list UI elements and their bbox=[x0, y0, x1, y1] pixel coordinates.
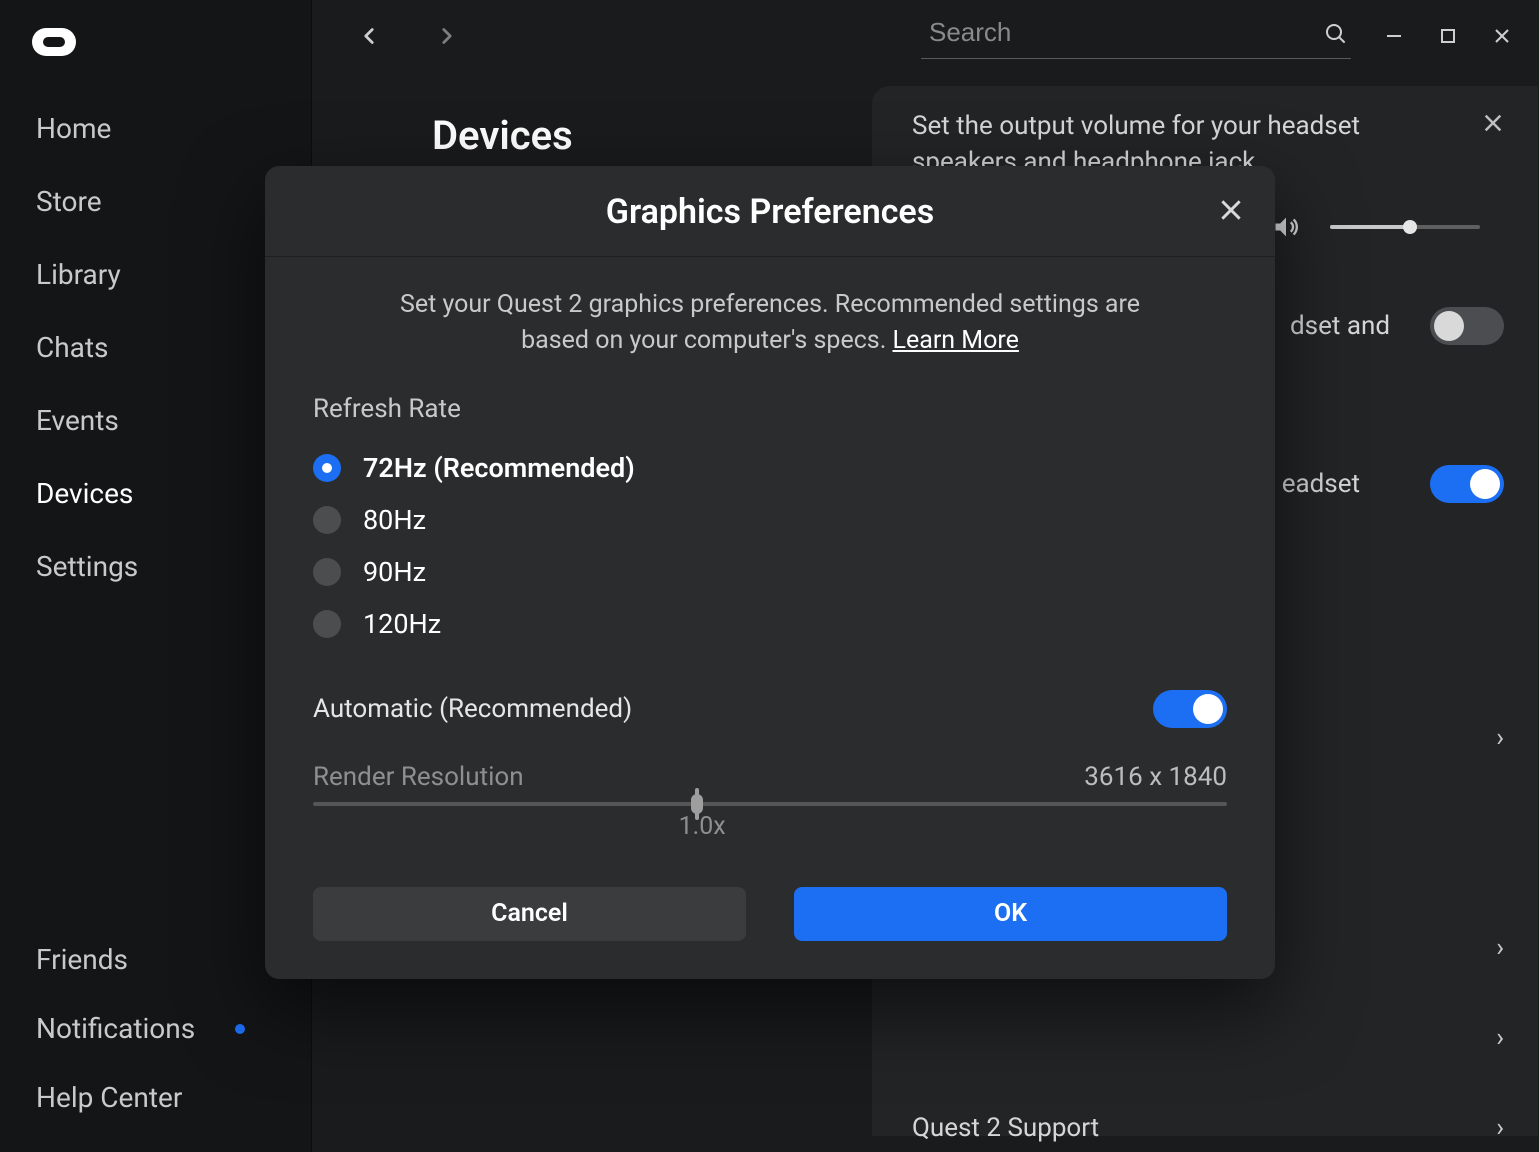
ok-button[interactable]: OK bbox=[794, 887, 1227, 941]
sidebar-item-label: Notifications bbox=[36, 1012, 195, 1045]
automatic-label: Automatic (Recommended) bbox=[313, 694, 632, 724]
render-resolution-slider[interactable]: 1.0x bbox=[313, 802, 1227, 841]
modal-description: Set your Quest 2 graphics preferences. R… bbox=[375, 287, 1165, 360]
radio-icon bbox=[313, 610, 341, 638]
radio-label: 72Hz (Recommended) bbox=[363, 452, 635, 484]
radio-icon bbox=[313, 506, 341, 534]
sidebar-item-home[interactable]: Home bbox=[0, 92, 311, 165]
refresh-option-72[interactable]: 72Hz (Recommended) bbox=[313, 442, 1227, 494]
automatic-toggle[interactable] bbox=[1153, 690, 1227, 728]
radio-label: 120Hz bbox=[363, 608, 441, 640]
refresh-option-90[interactable]: 90Hz bbox=[313, 546, 1227, 598]
modal-title: Graphics Preferences bbox=[285, 192, 1255, 232]
refresh-option-120[interactable]: 120Hz bbox=[313, 598, 1227, 650]
refresh-option-80[interactable]: 80Hz bbox=[313, 494, 1227, 546]
logo-wrap bbox=[0, 12, 311, 72]
graphics-preferences-modal: Graphics Preferences Set your Quest 2 gr… bbox=[265, 166, 1275, 979]
radio-label: 90Hz bbox=[363, 556, 426, 588]
render-resolution-label: Render Resolution bbox=[313, 762, 524, 792]
radio-icon bbox=[313, 558, 341, 586]
oculus-logo-icon bbox=[32, 28, 76, 56]
sidebar-item-help-center[interactable]: Help Center bbox=[0, 1063, 311, 1132]
refresh-rate-label: Refresh Rate bbox=[313, 394, 1227, 424]
notification-dot-icon bbox=[235, 1024, 245, 1034]
radio-label: 80Hz bbox=[363, 504, 426, 536]
learn-more-link[interactable]: Learn More bbox=[893, 326, 1019, 355]
sidebar-item-notifications[interactable]: Notifications bbox=[0, 994, 311, 1063]
cancel-button[interactable]: Cancel bbox=[313, 887, 746, 941]
radio-icon bbox=[313, 454, 341, 482]
sidebar-item-label: Friends bbox=[36, 943, 128, 976]
sidebar-item-label: Help Center bbox=[36, 1081, 182, 1114]
slider-value-label: 1.0x bbox=[679, 812, 1227, 841]
modal-close-button[interactable] bbox=[1211, 190, 1251, 230]
render-resolution-value: 3616 x 1840 bbox=[1084, 762, 1227, 792]
